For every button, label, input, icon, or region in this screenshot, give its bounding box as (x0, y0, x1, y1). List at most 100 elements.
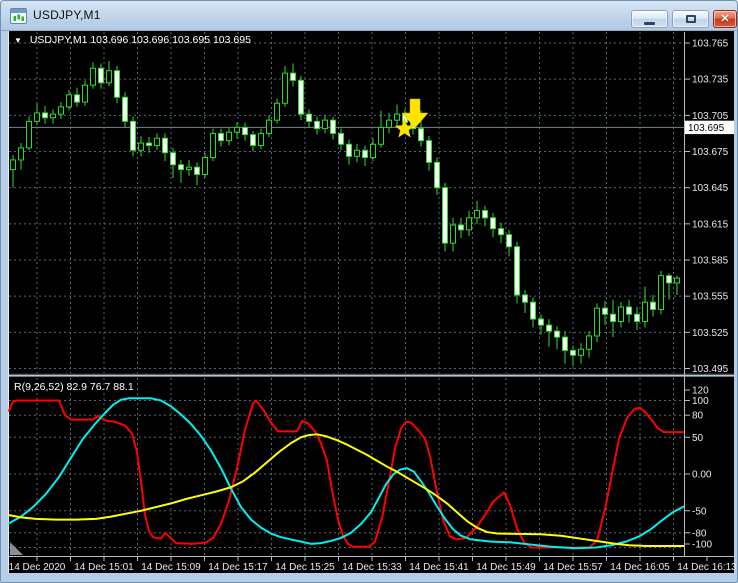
candle (507, 235, 512, 247)
time-axis-label: 14 Dec 2020 (9, 562, 66, 573)
candle (435, 162, 440, 187)
candle (267, 120, 272, 133)
candle (203, 158, 208, 175)
candle (139, 143, 144, 150)
indicator-tick-label: 80 (692, 411, 704, 422)
candle (459, 225, 464, 230)
candle (211, 133, 216, 157)
minimize-button[interactable] (631, 10, 668, 28)
candle (115, 71, 120, 98)
candle (315, 121, 320, 128)
candle (123, 97, 128, 121)
candle (259, 133, 264, 145)
candle (539, 319, 544, 325)
time-axis-label: 14 Dec 15:17 (208, 562, 268, 573)
candle (395, 114, 400, 120)
chart-window: 103.765103.735103.705103.675103.645103.6… (0, 0, 738, 583)
candle (291, 73, 296, 80)
candle (83, 85, 88, 102)
indicator-plot[interactable] (9, 378, 684, 556)
candle (339, 133, 344, 144)
indicator-tick-label: 100 (692, 396, 709, 407)
candle (547, 325, 552, 331)
candle (323, 120, 328, 128)
candle (363, 150, 368, 157)
price-tick-label: 103.525 (692, 328, 729, 339)
candle (299, 80, 304, 114)
indicator-tick-label: 120 (692, 386, 709, 397)
candle (587, 336, 592, 349)
window-title: USDJPY,M1 (33, 8, 101, 22)
price-tick-label: 103.615 (692, 219, 729, 230)
candle (371, 144, 376, 157)
price-tick-label: 103.495 (692, 364, 729, 375)
price-tick-label: 103.705 (692, 111, 729, 122)
candle (387, 120, 392, 127)
current-price-label: 103.695 (688, 123, 725, 134)
candle (147, 143, 152, 145)
candle (531, 302, 536, 319)
candle (19, 148, 24, 160)
candle (163, 138, 168, 152)
candle (443, 188, 448, 243)
close-button[interactable]: ✕ (713, 10, 737, 28)
header-symbol-period: USDJPY,M1 (30, 34, 88, 46)
candle (515, 247, 520, 295)
candle (195, 167, 200, 174)
header-ohlc-values: 103.696 103.696 103.695 103.695 (90, 34, 251, 46)
candle (307, 114, 312, 121)
candle (235, 127, 240, 132)
symbol-dropdown-icon[interactable]: ▼ (14, 36, 22, 45)
indicator-tick-label: -100 (692, 540, 712, 551)
candle (491, 218, 496, 229)
candle (563, 337, 568, 350)
indicator-tick-label: -50 (692, 506, 707, 517)
candle (227, 132, 232, 140)
price-tick-label: 103.735 (692, 75, 729, 86)
time-axis-label: 14 Dec 15:49 (476, 562, 536, 573)
candle (187, 167, 192, 169)
time-axis-label: 14 Dec 15:09 (141, 562, 201, 573)
minimize-icon (644, 22, 655, 25)
indicator-label: R(9,26,52) 82.9 76.7 88.1 (14, 381, 134, 393)
close-icon: ✕ (714, 12, 736, 25)
indicator-tick-label: 0.00 (692, 470, 712, 481)
title-bar[interactable]: USDJPY,M1 ✕ (1, 1, 737, 31)
candle (91, 68, 96, 85)
candle (107, 71, 112, 83)
price-tick-label: 103.675 (692, 147, 729, 158)
candle (611, 314, 616, 321)
candle (579, 349, 584, 355)
price-tick-label: 103.765 (692, 39, 729, 50)
indicator-tick-label: -80 (692, 528, 707, 539)
candle (555, 331, 560, 337)
time-axis-label: 14 Dec 15:33 (342, 562, 402, 573)
candle (475, 211, 480, 218)
candle (619, 307, 624, 321)
candle (11, 160, 16, 170)
candle (59, 107, 64, 114)
candle (659, 276, 664, 310)
candle (355, 150, 360, 156)
candle (51, 114, 56, 118)
candle (379, 127, 384, 144)
chart-ohlc-header: ▼ USDJPY,M1 103.696 103.696 103.695 103.… (14, 34, 251, 46)
candle (331, 120, 336, 133)
candle (419, 129, 424, 141)
candle (347, 144, 352, 156)
chart-canvas[interactable]: 103.765103.735103.705103.675103.645103.6… (1, 1, 738, 583)
panel-splitter[interactable] (9, 375, 734, 377)
candle (219, 133, 224, 140)
candle (155, 138, 160, 145)
time-axis-label: 14 Dec 16:13 (677, 562, 737, 573)
candle (595, 308, 600, 336)
candle (27, 121, 32, 148)
maximize-button[interactable] (672, 10, 709, 28)
candle (467, 218, 472, 230)
candle (99, 68, 104, 82)
candle (131, 121, 136, 150)
time-axis-label: 14 Dec 15:25 (275, 562, 335, 573)
candle (603, 308, 608, 314)
time-axis-label: 14 Dec 15:01 (74, 562, 134, 573)
candle (251, 135, 256, 146)
